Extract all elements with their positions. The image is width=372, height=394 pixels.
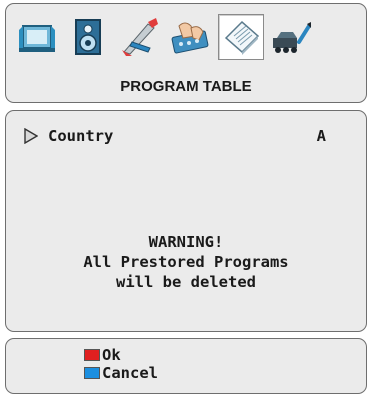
menu-item-features[interactable] <box>167 14 213 60</box>
button-legend: Ok Cancel <box>84 346 158 382</box>
program-table-icon <box>224 20 260 55</box>
blue-key-icon <box>84 367 100 379</box>
sound-icon <box>75 19 101 55</box>
footer-panel: Ok Cancel <box>5 338 367 394</box>
menu-title: PROGRAM TABLE <box>120 78 252 95</box>
menu-item-picture[interactable] <box>14 14 60 60</box>
country-row[interactable]: Country A <box>24 127 326 145</box>
warning-line-1: All Prestored Programs <box>83 253 289 271</box>
country-value: A <box>316 127 326 145</box>
red-key-icon <box>84 349 100 361</box>
menu-item-installation[interactable] <box>269 14 315 60</box>
content-panel: Country A WARNING! All Prestored Program… <box>5 110 367 332</box>
warning-line-2: will be deleted <box>116 273 256 291</box>
country-label: Country <box>48 127 114 145</box>
picture-icon <box>19 25 55 52</box>
menu-panel: PROGRAM TABLE <box>5 3 367 103</box>
tools-icon <box>122 18 158 56</box>
warning-message: WARNING! All Prestored Programs will be … <box>6 232 366 292</box>
installation-icon <box>273 22 311 53</box>
ok-button[interactable]: Ok <box>84 346 158 364</box>
warning-title: WARNING! <box>148 233 224 251</box>
menu-item-sound[interactable] <box>65 14 111 60</box>
menu-item-tools[interactable] <box>116 14 162 60</box>
cancel-button[interactable]: Cancel <box>84 364 158 382</box>
cancel-label: Cancel <box>102 364 158 382</box>
features-icon <box>171 22 209 54</box>
menu-icon-row <box>14 14 315 60</box>
menu-item-program-table[interactable] <box>218 14 264 60</box>
triangle-right-icon <box>24 128 38 144</box>
ok-label: Ok <box>102 346 121 364</box>
